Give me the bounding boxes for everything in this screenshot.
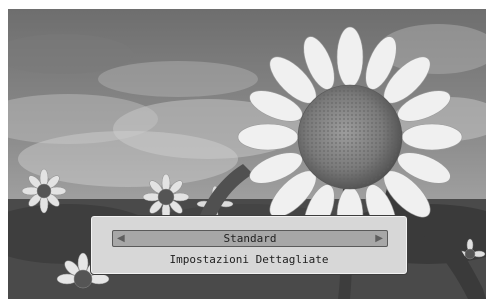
tv-screen: Standard ◀ ▶ Impostazioni Dettagliate: [8, 9, 486, 299]
picture-mode-selector[interactable]: Standard ◀ ▶: [112, 230, 388, 247]
detailed-settings-item[interactable]: Impostazioni Dettagliate: [91, 253, 407, 267]
picture-mode-value: Standard: [223, 232, 277, 245]
picture-settings-panel: Standard ◀ ▶ Impostazioni Dettagliate: [90, 215, 408, 275]
